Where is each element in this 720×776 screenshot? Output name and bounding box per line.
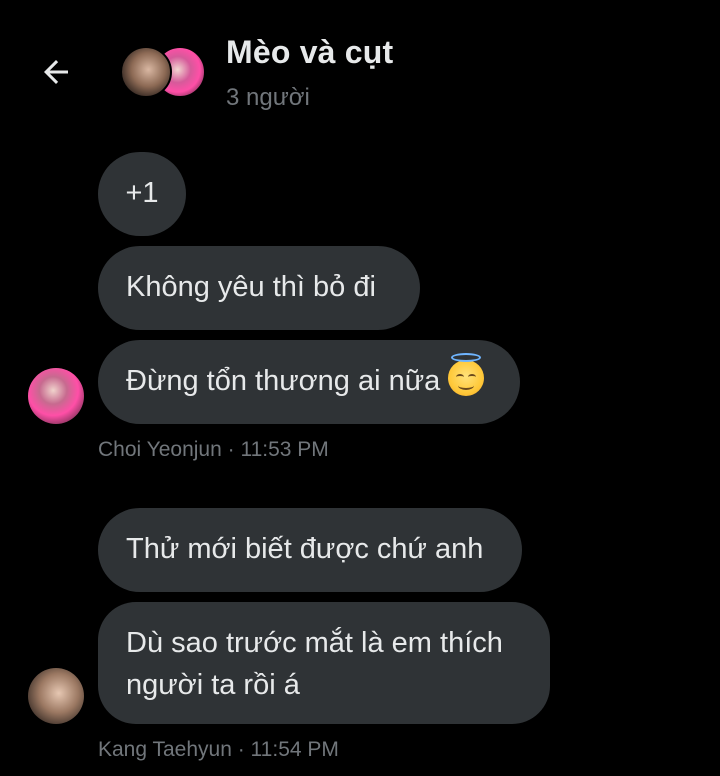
message-text: Dù sao trước mắt là em thích người ta rồ… xyxy=(126,627,503,701)
message-bubble[interactable]: Đừng tổn thương ai nữa xyxy=(98,340,520,424)
message-text: +1 xyxy=(125,177,159,209)
sender-avatar[interactable] xyxy=(28,368,84,424)
conversation-header: Mèo và cụt 3 người xyxy=(0,0,720,140)
member-count[interactable]: 3 người xyxy=(226,84,310,112)
arrow-left-icon xyxy=(44,60,68,84)
message-meta: Choi Yeonjun · 11:53 PM xyxy=(98,438,329,461)
message-bubble[interactable]: Thử mới biết được chứ anh xyxy=(98,508,522,592)
back-button[interactable] xyxy=(34,50,78,94)
message-meta: Kang Taehyun · 11:54 PM xyxy=(98,738,339,761)
message-bubble[interactable]: Không yêu thì bỏ đi xyxy=(98,246,420,330)
group-avatar[interactable] xyxy=(120,46,206,98)
sender-avatar[interactable] xyxy=(28,668,84,724)
smiling-face-with-halo-icon xyxy=(448,353,485,396)
message-text: Thử mới biết được chứ anh xyxy=(126,533,484,565)
member-avatar xyxy=(120,46,172,98)
conversation-title[interactable]: Mèo và cụt xyxy=(226,34,393,71)
message-text: Không yêu thì bỏ đi xyxy=(126,271,376,303)
message-bubble[interactable]: Dù sao trước mắt là em thích người ta rồ… xyxy=(98,602,550,724)
message-bubble[interactable]: +1 xyxy=(98,152,186,236)
message-text: Đừng tổn thương ai nữa xyxy=(126,365,441,397)
